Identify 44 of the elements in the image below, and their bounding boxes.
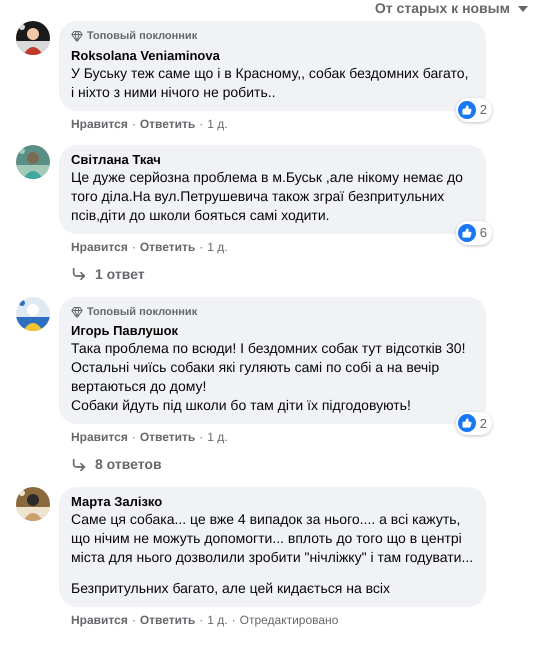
separator-dot: · xyxy=(199,429,204,446)
separator-dot: · xyxy=(199,238,204,256)
comment-text: Саме ця собака... це вже 4 випадок за нього.... а всі кажуть, що нічим не можуть допомогти... вплоть до того що в центрі міста для нього дозволили зробити "нічліжку" і там годувати... xyxy=(71,510,474,567)
author-name[interactable]: Марта Залізко xyxy=(71,494,162,510)
reply-link[interactable]: Ответить xyxy=(140,114,196,132)
separator-dot: · xyxy=(199,612,204,629)
view-replies-link[interactable]: 8 ответов xyxy=(59,446,486,475)
like-icon xyxy=(458,414,476,432)
author-name[interactable]: Світлана Ткач xyxy=(71,152,161,168)
author-name[interactable]: Игорь Павлушок xyxy=(71,323,178,339)
like-link[interactable]: Нравится xyxy=(71,238,128,256)
reaction-count[interactable]: 2 xyxy=(456,98,492,122)
timestamp[interactable]: 1 д. xyxy=(207,114,228,132)
reply-link[interactable]: Ответить xyxy=(140,428,196,446)
diamond-icon xyxy=(71,30,83,42)
top-fan-label: Топовый поклонник xyxy=(87,304,198,320)
like-link[interactable]: Нравится xyxy=(71,611,128,629)
comment-text: Безпритульних багато, але цей кидається на всіх xyxy=(71,579,392,598)
caret-icon xyxy=(518,6,528,12)
reply-arrow-icon xyxy=(71,456,87,472)
separator-dot: · xyxy=(132,612,136,629)
like-link[interactable]: Нравится xyxy=(71,114,128,132)
separator-dot: · xyxy=(199,116,204,132)
separator-dot: · xyxy=(232,612,236,629)
reply-link[interactable]: Ответить xyxy=(140,611,196,629)
like-icon xyxy=(458,100,476,119)
reply-link[interactable]: Ответить xyxy=(140,238,196,256)
author-name[interactable]: Roksolana Veniaminova xyxy=(71,48,220,64)
separator-dot: · xyxy=(132,116,136,132)
sort-dropdown[interactable]: От старых к новым xyxy=(374,0,528,17)
like-icon xyxy=(458,224,476,242)
timestamp[interactable]: 1 д. xyxy=(207,611,228,629)
top-fan-label: Топовый поклонник xyxy=(87,29,198,44)
reaction-count[interactable]: 2 xyxy=(456,412,492,435)
timestamp[interactable]: 1 д. xyxy=(207,428,228,446)
separator-dot: · xyxy=(132,429,136,446)
view-replies-link[interactable]: 1 ответ xyxy=(59,256,486,284)
timestamp[interactable]: 1 д. xyxy=(207,238,228,256)
separator-dot: · xyxy=(132,238,136,256)
reaction-count[interactable]: 6 xyxy=(456,221,492,244)
edited-label: Отредактировано xyxy=(240,612,338,629)
reply-arrow-icon xyxy=(71,266,87,282)
diamond-icon xyxy=(71,306,83,318)
like-link[interactable]: Нравится xyxy=(71,428,128,446)
